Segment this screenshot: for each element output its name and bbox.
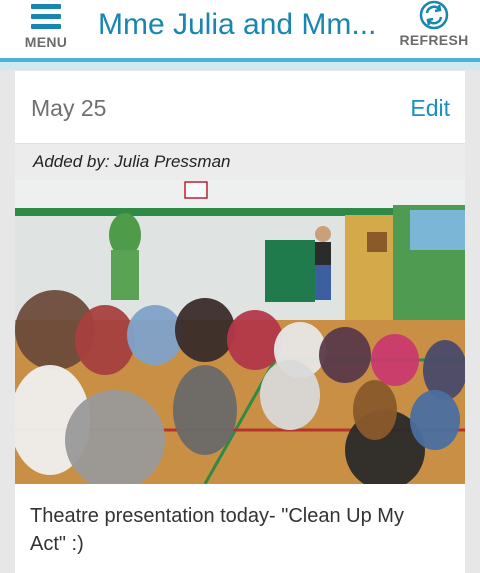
photo-image	[15, 180, 465, 484]
hamburger-menu-icon	[31, 4, 61, 29]
post-date: May 25	[31, 95, 107, 121]
edit-button[interactable]: Edit	[410, 95, 450, 122]
added-by-text: Added by: Julia Pressman	[33, 152, 231, 171]
app-header: MENU Mme Julia and Mm... REFRESH	[0, 0, 480, 62]
refresh-label: REFRESH	[399, 32, 469, 48]
page-title: Mme Julia and Mm...	[98, 8, 377, 41]
refresh-button[interactable]: REFRESH	[394, 0, 474, 58]
menu-label: MENU	[24, 34, 68, 50]
header-divider	[0, 62, 480, 70]
post-header: May 25 Edit	[15, 71, 465, 144]
post-card: May 25 Edit Added by: Julia Pressman The…	[15, 71, 465, 573]
refresh-icon	[419, 0, 449, 30]
added-by-bar: Added by: Julia Pressman	[15, 144, 465, 180]
menu-button[interactable]: MENU	[8, 0, 84, 58]
post-photo[interactable]	[15, 180, 465, 484]
post-caption: Theatre presentation today- "Clean Up My…	[30, 505, 404, 555]
